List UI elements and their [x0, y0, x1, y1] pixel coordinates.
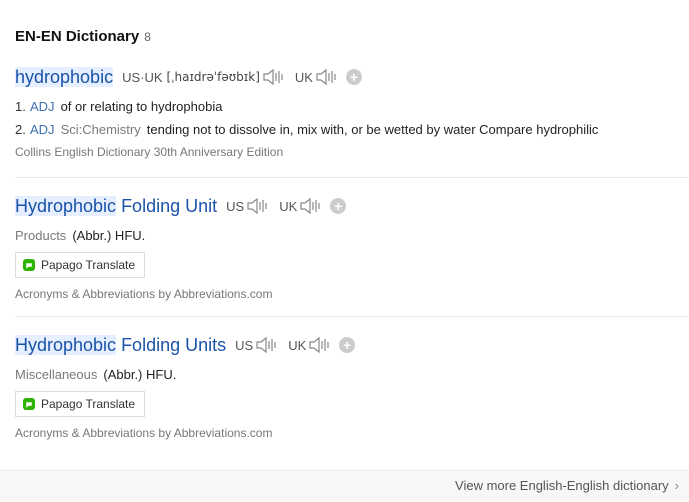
uk-label: UK: [279, 198, 298, 214]
abbreviation-value: (Abbr.) HFU.: [103, 367, 177, 382]
speaker-icon[interactable]: [316, 68, 338, 86]
us-uk-label: US·UK: [122, 69, 163, 85]
uk-label: UK: [288, 337, 307, 353]
abbreviation-value: (Abbr.) HFU.: [72, 228, 146, 243]
divider: [15, 316, 689, 317]
dictionary-title: EN-EN Dictionary: [15, 28, 140, 45]
add-wordbook-icon[interactable]: +: [339, 337, 356, 353]
ipa-text: [ˌhaɪdrəˈfəʊbɪk]: [166, 70, 260, 84]
papago-translate-button[interactable]: Papago Translate: [15, 252, 146, 278]
entry-hydrophobic-folding-unit: Hydrophobic Folding Unit US UK + Product…: [15, 194, 689, 301]
footer-bar: View more English-English dictionary ›: [0, 470, 689, 502]
papago-translate-button[interactable]: Papago Translate: [15, 391, 146, 417]
speaker-icon[interactable]: [300, 197, 322, 215]
us-label: US: [235, 337, 254, 353]
pronunciation: US·UK [ˌhaɪdrəˈfəʊbɪk] UK +: [122, 68, 362, 86]
dictionary-source: Acronyms & Abbreviations by Abbreviation…: [15, 426, 273, 440]
divider: [15, 177, 689, 178]
headword-link[interactable]: Hydrophobic Folding Units: [15, 334, 226, 356]
category-label: Miscellaneous: [15, 367, 98, 382]
headword-link[interactable]: Hydrophobic Folding Unit: [15, 195, 217, 217]
speaker-icon[interactable]: [263, 68, 285, 86]
entry-hydrophobic: hydrophobic US·UK [ˌhaɪdrəˈfəʊbɪk] UK + …: [15, 65, 689, 159]
pronunciation: US UK +: [235, 336, 356, 354]
entry-hydrophobic-folding-units: Hydrophobic Folding Units US UK + Miscel…: [15, 333, 689, 440]
dictionary-source: Acronyms & Abbreviations by Abbreviation…: [15, 287, 273, 301]
speaker-icon[interactable]: [256, 336, 278, 354]
sense-item: 2. ADJ Sci:Chemistry tending not to diss…: [15, 122, 599, 137]
uk-label: UK: [294, 69, 313, 85]
entry-meaning: Miscellaneous (Abbr.) HFU.: [15, 367, 689, 382]
part-of-speech: ADJ: [30, 99, 55, 114]
add-wordbook-icon[interactable]: +: [345, 69, 362, 85]
headword-link[interactable]: hydrophobic: [15, 66, 114, 88]
add-wordbook-icon[interactable]: +: [330, 198, 347, 214]
us-label: US: [226, 198, 245, 214]
papago-icon: [23, 259, 35, 271]
part-of-speech: ADJ: [30, 122, 55, 137]
speaker-icon[interactable]: [247, 197, 269, 215]
view-more-link[interactable]: View more English-English dictionary ›: [455, 478, 679, 493]
sense-item: 1. ADJ of or relating to hydrophobia: [15, 99, 223, 114]
definition: of or relating to hydrophobia: [60, 99, 223, 114]
definition: tending not to dissolve in, mix with, or…: [146, 122, 599, 137]
dictionary-header: EN-EN Dictionary 8: [15, 28, 151, 45]
speaker-icon[interactable]: [309, 336, 331, 354]
dictionary-source: Collins English Dictionary 30th Annivers…: [15, 145, 284, 159]
category-label: Products: [15, 228, 67, 243]
papago-icon: [23, 398, 35, 410]
subject-field: Sci:Chemistry: [60, 122, 141, 137]
pronunciation: US UK +: [226, 197, 347, 215]
result-count: 8: [144, 30, 151, 44]
entry-meaning: Products (Abbr.) HFU.: [15, 228, 689, 243]
chevron-right-icon: ›: [674, 478, 679, 493]
